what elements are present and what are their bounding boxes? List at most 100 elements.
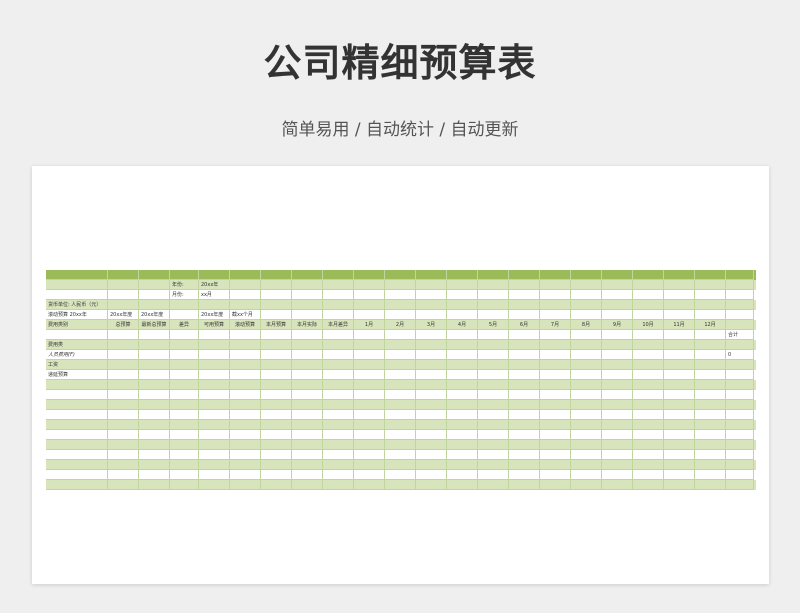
table-cell[interactable]: 费用类别 (46, 320, 108, 330)
table-cell[interactable] (633, 390, 664, 400)
table-cell[interactable] (108, 340, 139, 350)
table-cell[interactable] (478, 420, 509, 430)
table-cell[interactable] (478, 300, 509, 310)
table-cell[interactable] (292, 460, 323, 470)
table-cell[interactable] (571, 470, 602, 480)
table-cell[interactable] (385, 460, 416, 470)
table-cell[interactable] (354, 430, 385, 440)
table-cell[interactable] (540, 310, 571, 320)
table-cell[interactable] (664, 390, 695, 400)
table-cell[interactable] (416, 290, 447, 300)
table-cell[interactable] (230, 270, 261, 280)
table-cell[interactable] (571, 300, 602, 310)
table-cell[interactable]: 滚动预算 (230, 320, 261, 330)
table-cell[interactable] (695, 430, 726, 440)
table-cell[interactable] (602, 270, 633, 280)
table-cell[interactable] (540, 430, 571, 440)
table-cell[interactable]: 可用预算 (199, 320, 230, 330)
table-cell[interactable]: 9月 (602, 320, 633, 330)
table-cell[interactable] (664, 340, 695, 350)
table-cell[interactable] (478, 380, 509, 390)
table-cell[interactable] (509, 420, 540, 430)
table-cell[interactable] (199, 370, 230, 380)
table-cell[interactable] (416, 480, 447, 490)
table-cell[interactable] (447, 330, 478, 340)
table-cell[interactable] (602, 410, 633, 420)
table-cell[interactable] (664, 280, 695, 290)
table-cell[interactable] (509, 390, 540, 400)
table-cell[interactable] (478, 270, 509, 280)
table-cell[interactable] (695, 440, 726, 450)
table-cell[interactable] (108, 420, 139, 430)
table-cell[interactable] (199, 420, 230, 430)
table-cell[interactable] (261, 440, 292, 450)
table-cell[interactable] (199, 360, 230, 370)
table-cell[interactable]: 工资 (46, 360, 108, 370)
table-cell[interactable] (602, 300, 633, 310)
table-cell[interactable]: 货币单位: 人民币（元） (46, 300, 108, 310)
table-cell[interactable] (261, 360, 292, 370)
table-cell[interactable] (139, 280, 170, 290)
table-cell[interactable] (46, 290, 108, 300)
table-cell[interactable] (633, 380, 664, 390)
table-cell[interactable] (602, 280, 633, 290)
table-cell[interactable] (447, 340, 478, 350)
table-cell[interactable] (323, 470, 354, 480)
table-cell[interactable] (199, 300, 230, 310)
table-cell[interactable] (199, 470, 230, 480)
table-cell[interactable] (509, 400, 540, 410)
table-cell[interactable] (695, 310, 726, 320)
table-cell[interactable] (170, 390, 199, 400)
table-cell[interactable]: 月份: (170, 290, 199, 300)
table-cell[interactable] (571, 340, 602, 350)
table-cell[interactable]: 11月 (664, 320, 695, 330)
table-cell[interactable] (261, 290, 292, 300)
table-cell[interactable] (540, 420, 571, 430)
table-cell[interactable] (571, 460, 602, 470)
table-cell[interactable] (695, 290, 726, 300)
table-cell[interactable] (170, 330, 199, 340)
table-cell[interactable] (323, 330, 354, 340)
table-cell[interactable] (292, 440, 323, 450)
table-cell[interactable] (633, 330, 664, 340)
table-cell[interactable] (571, 450, 602, 460)
table-cell[interactable] (354, 340, 385, 350)
table-cell[interactable] (726, 380, 754, 390)
table-cell[interactable] (664, 420, 695, 430)
table-cell[interactable] (261, 370, 292, 380)
table-cell[interactable] (602, 390, 633, 400)
table-cell[interactable] (726, 320, 754, 330)
table-cell[interactable] (633, 340, 664, 350)
table-cell[interactable] (46, 450, 108, 460)
table-cell[interactable] (230, 300, 261, 310)
table-cell[interactable] (571, 290, 602, 300)
table-cell[interactable] (46, 270, 108, 280)
table-cell[interactable] (447, 270, 478, 280)
table-cell[interactable] (478, 440, 509, 450)
table-cell[interactable] (664, 350, 695, 360)
table-cell[interactable] (261, 330, 292, 340)
table-cell[interactable] (509, 450, 540, 460)
table-cell[interactable] (199, 380, 230, 390)
table-cell[interactable] (664, 310, 695, 320)
table-cell[interactable]: 滚动预算 20xx年 (46, 310, 108, 320)
table-cell[interactable] (139, 300, 170, 310)
table-cell[interactable] (726, 430, 754, 440)
table-cell[interactable] (323, 480, 354, 490)
table-cell[interactable] (139, 470, 170, 480)
table-cell[interactable] (292, 340, 323, 350)
table-cell[interactable] (170, 370, 199, 380)
table-cell[interactable] (540, 330, 571, 340)
table-cell[interactable] (230, 370, 261, 380)
table-cell[interactable] (726, 290, 754, 300)
table-cell[interactable] (108, 430, 139, 440)
table-cell[interactable] (478, 430, 509, 440)
table-cell[interactable] (199, 410, 230, 420)
table-cell[interactable] (385, 480, 416, 490)
table-cell[interactable] (447, 380, 478, 390)
table-cell[interactable] (726, 420, 754, 430)
table-cell[interactable] (170, 360, 199, 370)
table-cell[interactable] (664, 380, 695, 390)
table-cell[interactable] (292, 270, 323, 280)
table-cell[interactable] (354, 280, 385, 290)
